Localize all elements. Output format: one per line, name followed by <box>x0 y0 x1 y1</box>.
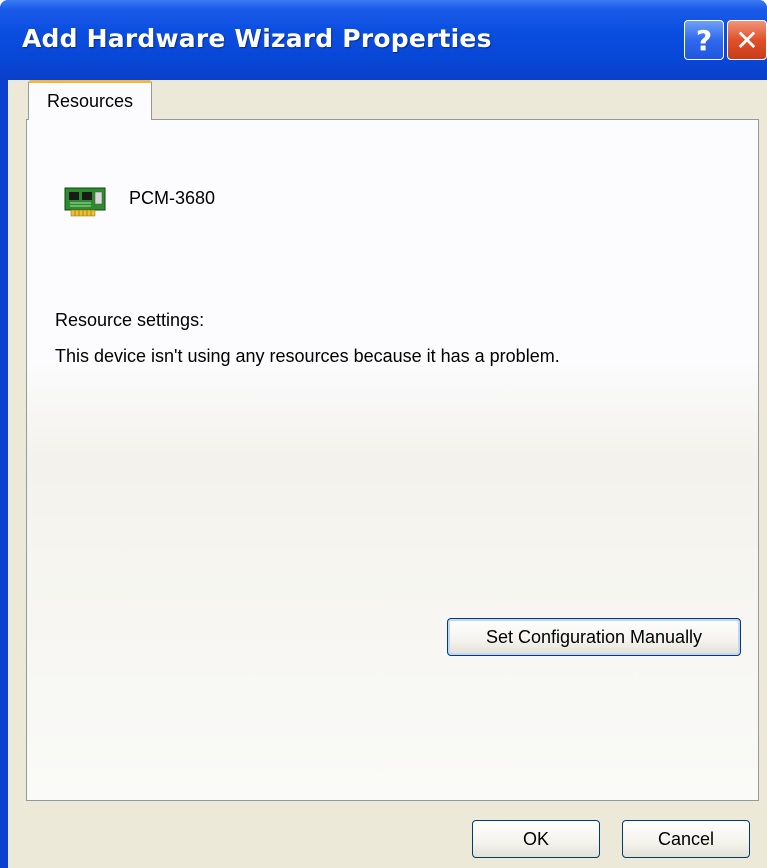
tab-resources-label: Resources <box>46 91 134 111</box>
help-icon: ? <box>695 23 713 57</box>
resources-panel: PCM-3680 Resource settings: This device … <box>26 119 759 801</box>
tab-resources[interactable]: Resources <box>28 80 152 120</box>
set-configuration-manually-label: Set Configuration Manually <box>485 626 703 647</box>
pci-card-icon <box>64 187 106 217</box>
dialog-window: Add Hardware Wizard Properties ? ✕ Resou… <box>0 0 767 868</box>
resource-status-message: This device isn't using any resources be… <box>55 346 560 366</box>
cancel-button[interactable]: Cancel <box>622 820 750 858</box>
help-button[interactable]: ? <box>684 20 724 60</box>
dialog-body: Resources PCM-3680 Resource settings: Th… <box>8 80 767 868</box>
resource-settings-label: Resource settings: <box>55 310 205 330</box>
close-icon: ✕ <box>735 23 759 57</box>
window-title: Add Hardware Wizard Properties <box>22 24 492 53</box>
cancel-button-label: Cancel <box>657 828 715 849</box>
title-bar[interactable]: Add Hardware Wizard Properties ? ✕ <box>0 0 767 80</box>
ok-button-label: OK <box>522 828 549 849</box>
set-configuration-manually-button[interactable]: Set Configuration Manually <box>447 618 741 656</box>
ok-button[interactable]: OK <box>472 820 600 858</box>
close-button[interactable]: ✕ <box>727 20 767 60</box>
device-name: PCM-3680 <box>129 188 216 208</box>
